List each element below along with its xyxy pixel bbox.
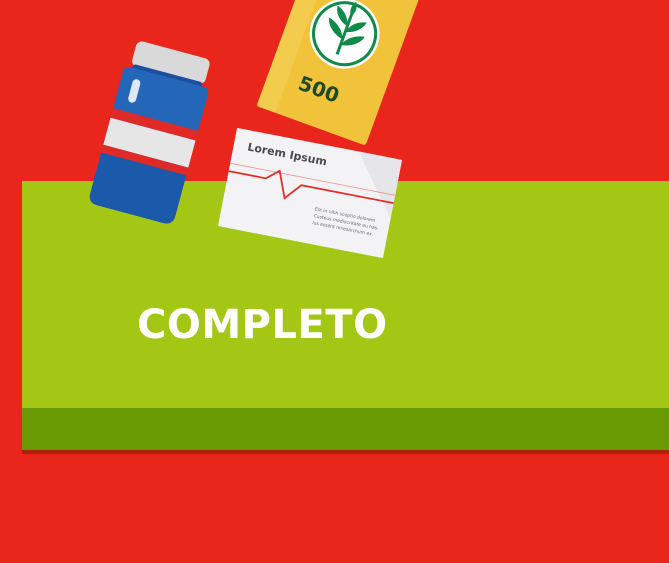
prescription-card-icon: Lorem Ipsum Est in nibh sceptio dolorem … xyxy=(218,127,402,259)
illustration-art: 500 Lorem Ipsum Est in nibh sceptio dolo… xyxy=(89,0,423,259)
medicine-bottle-icon xyxy=(89,41,210,224)
illustration-scene: 500 Lorem Ipsum Est in nibh sceptio dolo… xyxy=(0,0,669,563)
page-title: COMPLETO xyxy=(137,302,388,348)
herbal-supplement-box-icon: 500 xyxy=(256,0,423,145)
